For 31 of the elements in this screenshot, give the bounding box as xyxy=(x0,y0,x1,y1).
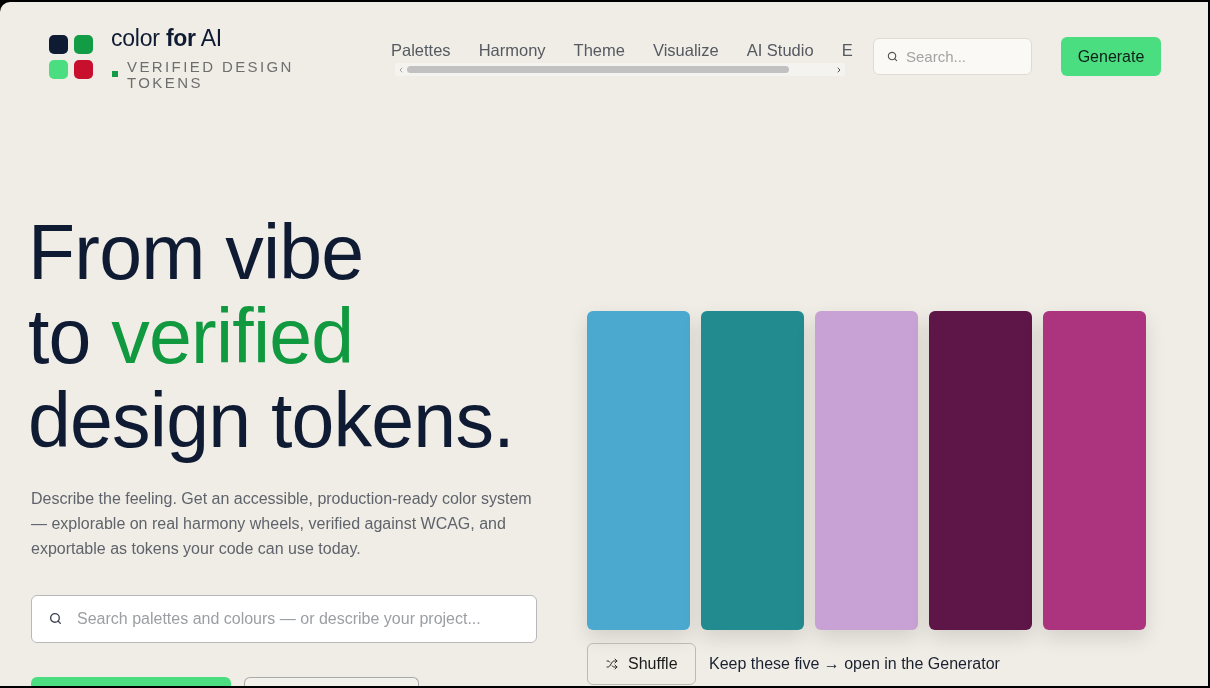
square-icon xyxy=(112,71,118,77)
color-swatch[interactable] xyxy=(587,311,690,630)
nav-link[interactable]: Visualize xyxy=(652,40,719,60)
scrollbar[interactable] xyxy=(395,63,845,76)
tagline: VERIFIED DESIGN TOKENS xyxy=(127,59,295,91)
generate-button[interactable]: Generate xyxy=(1061,37,1161,76)
primary-button[interactable] xyxy=(31,677,231,686)
description: Describe the feeling. Get an accessible, production-ready color system — explorable on real harmony wheels, verified against WCAG, and exportable as tokens your code can use today. xyxy=(31,489,533,559)
shuffle-button[interactable]: Shuffle xyxy=(587,643,696,685)
brand-name[interactable]: color for AI xyxy=(111,24,307,52)
nav-link[interactable]: AI Studio xyxy=(746,40,814,60)
nav-link[interactable]: Harmony xyxy=(478,40,546,60)
search-icon xyxy=(887,51,898,62)
color-swatch[interactable] xyxy=(929,311,1032,630)
secondary-button[interactable] xyxy=(244,677,419,686)
color-swatch[interactable] xyxy=(815,311,918,630)
logo-icon xyxy=(49,35,93,79)
chevron-right-icon[interactable] xyxy=(835,65,843,74)
color-swatch[interactable] xyxy=(701,311,804,630)
headline: From vibe to verified design tokens. xyxy=(28,210,515,462)
nav-link[interactable]: E xyxy=(841,40,853,60)
search-icon xyxy=(49,612,62,625)
search-field[interactable]: Search palettes and colours — or describe your project... xyxy=(31,595,537,643)
color-swatch[interactable] xyxy=(1043,311,1146,630)
search-field[interactable]: Search... xyxy=(873,38,1032,75)
chevron-left-icon[interactable] xyxy=(397,65,405,74)
nav-link[interactable]: Palettes xyxy=(391,40,451,60)
nav-link[interactable]: Theme xyxy=(573,40,625,60)
generator-hint: Keep these five → open in the Generator xyxy=(709,654,1000,674)
shuffle-icon xyxy=(606,658,618,670)
scrollbar-thumb[interactable] xyxy=(407,66,789,73)
